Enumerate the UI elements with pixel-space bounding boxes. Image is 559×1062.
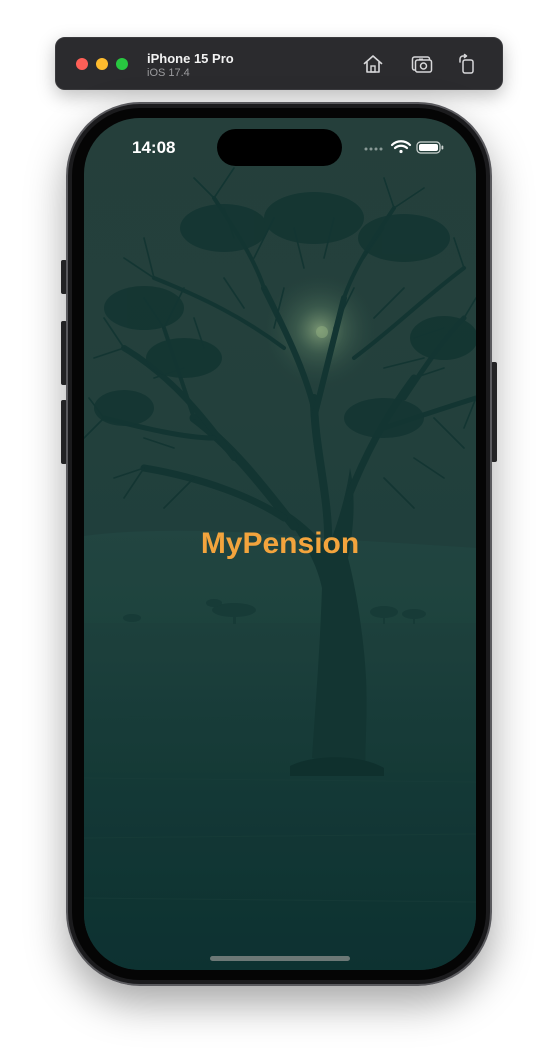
home-indicator[interactable] (210, 956, 350, 961)
battery-icon (416, 141, 444, 154)
close-window-button[interactable] (76, 58, 88, 70)
home-button[interactable] (361, 52, 385, 76)
status-icons (364, 138, 446, 156)
rotate-button[interactable] (455, 52, 479, 76)
screenshot-icon (411, 56, 433, 73)
minimize-window-button[interactable] (96, 58, 108, 70)
app-title: MyPension (200, 527, 360, 560)
home-icon (363, 55, 383, 73)
device-name: iPhone 15 Pro (147, 51, 234, 66)
cellular-dots-icon (364, 147, 383, 151)
zoom-window-button[interactable] (116, 58, 128, 70)
wifi-icon (390, 140, 412, 154)
screenshot-button[interactable] (410, 52, 434, 76)
os-version: iOS 17.4 (147, 67, 190, 79)
simulator-stage: iPhone 15 Pro iOS 17.4 14:08 MyPension (0, 0, 559, 1062)
dynamic-island (217, 129, 342, 166)
app-screen[interactable]: 14:08 MyPension (84, 118, 476, 970)
simulator-toolbar: iPhone 15 Pro iOS 17.4 (55, 37, 503, 90)
rotate-icon (459, 53, 474, 74)
status-time: 14:08 (132, 138, 176, 157)
